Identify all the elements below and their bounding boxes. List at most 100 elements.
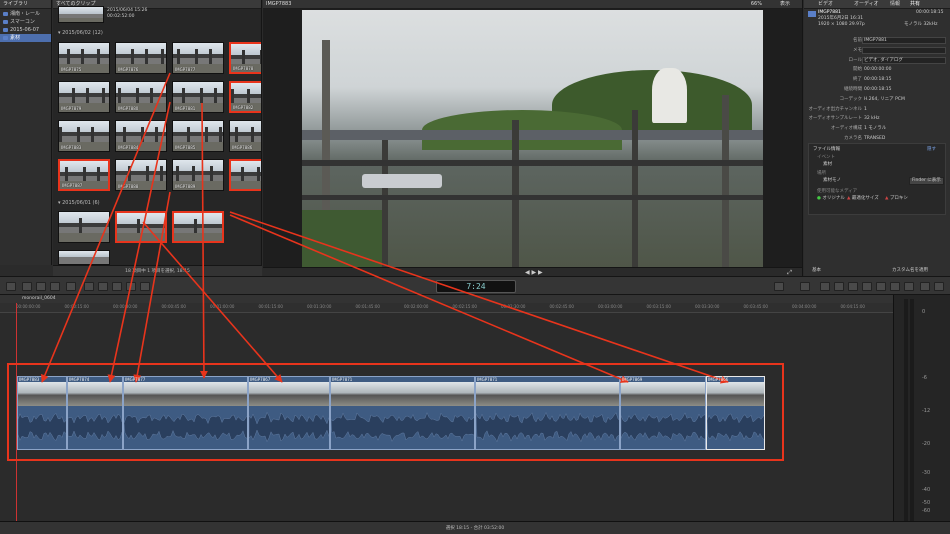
music-browser-icon[interactable]: [862, 282, 872, 291]
event-label: イベント: [817, 155, 835, 160]
inspector-row[interactable]: ロール ビデオ, ダイアログ: [804, 56, 950, 65]
clip-thumbnail-label: IMGP7880: [118, 106, 139, 111]
ruler-tick-label: 00:00:45:00: [161, 304, 186, 309]
generators-browser-icon[interactable]: [890, 282, 900, 291]
clip-thumbnail[interactable]: IMGP7889: [172, 159, 224, 191]
clip-thumbnail[interactable]: IMGP7885: [172, 120, 224, 152]
clip-thumbnail[interactable]: IMGP7888: [115, 159, 167, 191]
clip-filmstrip: [476, 382, 619, 406]
timeline-clip-label: IMGP7871: [332, 377, 353, 382]
clip-thumbnail[interactable]: [58, 250, 110, 265]
transitions-icon[interactable]: [934, 282, 944, 291]
event-date-header[interactable]: ▾ 2015/06/02 (12): [58, 30, 103, 36]
themes-browser-icon[interactable]: [904, 282, 914, 291]
tab-video[interactable]: ビデオ: [818, 0, 833, 9]
timeline-clip[interactable]: IMGP7867: [248, 376, 330, 450]
library-item-smarcon[interactable]: スマーコン: [0, 18, 51, 26]
audio-waveform: [68, 413, 122, 441]
timeline-clip[interactable]: IMGP7866: [706, 376, 765, 450]
timeline-clip[interactable]: IMGP7871: [475, 376, 620, 450]
ruler-tick-label: 00:01:45:00: [355, 304, 380, 309]
timecode-display[interactable]: 7:24: [436, 280, 516, 293]
audio-waveform: [331, 412, 474, 442]
hide-link[interactable]: 隠す: [927, 147, 936, 153]
clip-thumbnail[interactable]: IMGP7876: [115, 42, 167, 74]
camera-icon[interactable]: [820, 282, 830, 291]
clip-thumbnail[interactable]: [115, 211, 167, 243]
clip-thumbnail[interactable]: [58, 211, 110, 243]
overwrite-clip-icon[interactable]: [126, 282, 136, 291]
apply-custom-name-button[interactable]: カスタム名を適用: [892, 268, 928, 274]
clip-thumbnail[interactable]: IMGP7878: [229, 42, 261, 74]
tab-share[interactable]: 共有: [910, 0, 920, 9]
clip-thumbnail-label: IMGP7887: [62, 183, 83, 188]
inspector-row[interactable]: メモ: [804, 46, 950, 55]
show-in-finder-button[interactable]: Finder に表示: [909, 177, 944, 185]
ruler-tick-label: 00:00:00:00: [16, 304, 41, 309]
clip-thumbnail[interactable]: [58, 6, 104, 23]
timeline-status: 選択 18:15 - 合計 03:52:00: [0, 521, 950, 534]
zoom-level[interactable]: 66%: [751, 0, 762, 9]
tab-info[interactable]: 情報: [890, 0, 900, 9]
timeline-clip[interactable]: IMGP7883: [17, 376, 67, 450]
clip-thumbnail[interactable]: IMGP7884: [115, 120, 167, 152]
clip-thumbnail[interactable]: IMGP7875: [58, 42, 110, 74]
clip-thumbnail[interactable]: IMGP7879: [58, 81, 110, 113]
import-icon[interactable]: [6, 282, 16, 291]
top-clip-duration: 00:02:52:00: [107, 14, 135, 19]
clip-thumbnail[interactable]: IMGP7880: [115, 81, 167, 113]
library-item-label: 2015-06-07: [10, 27, 40, 33]
clip-thumbnail[interactable]: IMGP7877: [172, 42, 224, 74]
keyword-icon[interactable]: [22, 282, 32, 291]
photo-browser-icon[interactable]: [848, 282, 858, 291]
audio-waveform: [707, 413, 764, 442]
timeline-clip[interactable]: IMGP7877: [123, 376, 248, 450]
tab-audio[interactable]: オーディオ: [854, 0, 879, 9]
timeline-clip[interactable]: IMGP7871: [330, 376, 475, 450]
retime-icon[interactable]: [800, 282, 810, 291]
tool-menu-icon[interactable]: [774, 282, 784, 291]
library-item-label: スマーコン: [10, 19, 35, 25]
ruler-tick-label: 00:02:45:00: [549, 304, 574, 309]
select-tool-icon[interactable]: [140, 282, 150, 291]
share-icon[interactable]: [920, 282, 930, 291]
status-dot-icon: ▲: [847, 196, 851, 201]
view-menu[interactable]: 表示: [780, 0, 790, 9]
clip-thumbnail[interactable]: IMGP7882: [229, 81, 261, 113]
event-date-header[interactable]: ▾ 2015/06/01 (6): [58, 200, 100, 206]
clip-thumbnail-label: IMGP7877: [175, 67, 196, 72]
library-item-2015-06-07[interactable]: 2015-06-07: [0, 26, 51, 34]
media-proxy: ▲ プロキシ: [885, 196, 908, 201]
connect-clip-icon[interactable]: [84, 282, 94, 291]
effects-browser-icon[interactable]: [834, 282, 844, 291]
clip-thumbnail[interactable]: [172, 211, 224, 243]
clip-thumbnail[interactable]: IMGP7881: [172, 81, 224, 113]
timeline-ruler[interactable]: 00:00:00:00 00:00:15:00 00:00:30:00 00:00:4…: [0, 303, 893, 313]
favorite-icon[interactable]: [36, 282, 46, 291]
metadata-view-select[interactable]: 基本: [812, 268, 821, 274]
append-clip-icon[interactable]: [112, 282, 122, 291]
clip-thumbnail-label: IMGP7881: [175, 106, 196, 111]
audio-waveform: [476, 412, 619, 443]
timeline-clip[interactable]: IMGP7874: [67, 376, 123, 450]
timeline-clip-label: IMGP7874: [69, 377, 90, 382]
library-item-sozai[interactable]: 素材: [0, 34, 51, 42]
inspector-row[interactable]: 名前 IMGP7881: [804, 36, 950, 45]
fullscreen-icon[interactable]: ⤢: [787, 269, 792, 276]
inspector-tabs: ビデオ オーディオ 情報 共有: [804, 0, 950, 9]
library-item-shonan-rail[interactable]: 湘南・レール: [0, 10, 51, 18]
clip-thumbnail[interactable]: IMGP7887: [58, 159, 110, 191]
timeline-clip[interactable]: IMGP7869: [620, 376, 706, 450]
clip-thumbnail[interactable]: IMGP7886: [229, 120, 261, 152]
clip-thumbnail[interactable]: [229, 159, 261, 191]
play-icon[interactable]: ◀ ▶ ▶: [525, 269, 543, 276]
reject-icon[interactable]: [50, 282, 60, 291]
insert-clip-icon[interactable]: [98, 282, 108, 291]
inspector-row: コーデック H.264, リニア PCM: [839, 96, 905, 102]
main-toolbar: 7:24: [0, 276, 950, 295]
enhance-icon[interactable]: [66, 282, 76, 291]
location-label: 場所: [817, 171, 826, 176]
titles-browser-icon[interactable]: [876, 282, 886, 291]
audio-waveform: [18, 413, 66, 441]
clip-thumbnail[interactable]: IMGP7883: [58, 120, 110, 152]
